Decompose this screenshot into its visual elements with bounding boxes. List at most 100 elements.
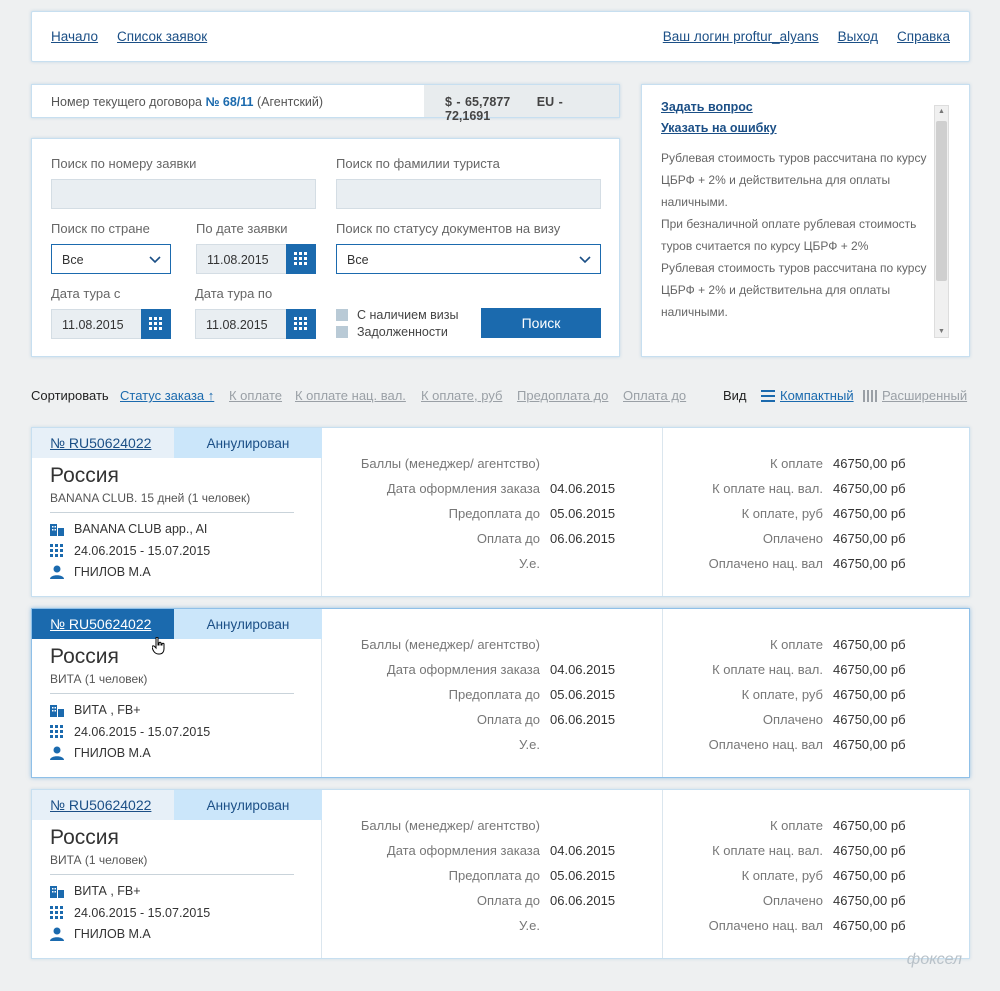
order-number-link[interactable]: № RU50624022 [50, 435, 151, 451]
to-pay-row: К оплате 46750,00 рб [663, 818, 906, 833]
prepay-value: 05.06.2015 [550, 687, 616, 702]
order-hotel-text: ВИТА , FB+ [74, 884, 141, 898]
order-date-row: Дата оформления заказа 04.06.2015 [322, 481, 615, 496]
usd-rate: $ - 65,7877 [445, 95, 511, 109]
view-extended-toggle[interactable]: Расширенный [863, 388, 967, 403]
visa-status-select[interactable]: Все [336, 244, 601, 274]
pay-row: Оплата до 06.06.2015 [322, 893, 615, 908]
order-date-value: 04.06.2015 [550, 843, 616, 858]
order-payment-column: К оплате 46750,00 рб К оплате нац. вал. 46… [663, 428, 969, 596]
points-label: Баллы (менеджер/ агентство) [360, 637, 540, 652]
to-pay-label: К оплате [769, 818, 823, 833]
ask-question-link[interactable]: Задать вопрос [661, 100, 931, 114]
order-date-row: Дата оформления заказа 04.06.2015 [322, 843, 615, 858]
tour-to-label: Дата тура по [195, 286, 273, 301]
checkbox-box[interactable] [336, 309, 348, 321]
to-pay-rub-label: К оплате, руб [741, 687, 823, 702]
debt-checkbox[interactable]: Задолженности [336, 325, 448, 339]
nav-login-link[interactable]: Ваш логин proftur_alyans [663, 29, 819, 44]
search-visa-label: Поиск по статусу документов на визу [336, 221, 561, 236]
divider [50, 512, 294, 513]
search-number-input[interactable] [51, 179, 316, 209]
prepay-row: Предоплата до 05.06.2015 [322, 506, 615, 521]
to-pay-nat-label: К оплате нац. вал. [712, 481, 823, 496]
report-error-link[interactable]: Указать на ошибку [661, 121, 931, 135]
paid-nat-row: Оплачено нац. вал 46750,00 рб [663, 556, 906, 571]
tour-to-input[interactable]: 11.08.2015 [195, 309, 287, 339]
request-date-input[interactable]: 11.08.2015 [196, 244, 287, 274]
scroll-up-icon[interactable]: ▲ [938, 108, 945, 115]
order-country: Россия [50, 464, 119, 487]
paid-row: Оплачено 46750,00 рб [663, 531, 906, 546]
calendar-icon [294, 252, 307, 265]
order-status-badge: Аннулирован [174, 609, 322, 639]
sort-to-pay-rub-link[interactable]: К оплате, руб [421, 388, 502, 403]
order-card[interactable]: № RU50624022 Аннулирован Россия BANANA C… [31, 427, 970, 597]
to-pay-label: К оплате [769, 637, 823, 652]
sort-pay-link[interactable]: Оплата до [623, 388, 686, 403]
order-card[interactable]: № RU50624022 Аннулирован Россия ВИТА (1 … [31, 608, 970, 778]
tour-from-input[interactable]: 11.08.2015 [51, 309, 142, 339]
to-pay-rub-label: К оплате, руб [741, 868, 823, 883]
order-hotel-text: BANANA CLUB app., AI [74, 522, 208, 536]
prepay-label: Предоплата до [448, 868, 540, 883]
search-button[interactable]: Поиск [481, 308, 601, 338]
order-country: Россия [50, 826, 119, 849]
scroll-down-icon[interactable]: ▼ [938, 328, 945, 335]
info-text: Рублевая стоимость туров рассчитана по к… [661, 151, 927, 209]
points-label: Баллы (менеджер/ агентство) [360, 456, 540, 471]
country-select[interactable]: Все [51, 244, 171, 274]
order-date-label: Дата оформления заказа [386, 481, 540, 496]
to-pay-rub-row: К оплате, руб 46750,00 рб [663, 868, 906, 883]
search-surname-input[interactable] [336, 179, 601, 209]
order-date-label: Дата оформления заказа [386, 662, 540, 677]
order-main-column: № RU50624022 Аннулирован Россия BANANA C… [32, 428, 322, 596]
order-number-link[interactable]: № RU50624022 [50, 797, 151, 813]
to-pay-row: К оплате 46750,00 рб [663, 637, 906, 652]
nav-logout-link[interactable]: Выход [838, 29, 878, 44]
pay-value: 06.06.2015 [550, 531, 616, 546]
country-select-value: Все [62, 253, 84, 267]
request-date-calendar-button[interactable] [286, 244, 316, 274]
tour-to-calendar-button[interactable] [286, 309, 316, 339]
scrollbar-thumb[interactable] [936, 121, 947, 281]
info-scrollbar[interactable]: ▲ ▼ [934, 105, 949, 338]
order-date-value: 04.06.2015 [550, 481, 616, 496]
order-dates-text: 24.06.2015 - 15.07.2015 [74, 725, 211, 739]
order-dates: 24.06.2015 - 15.07.2015 [50, 906, 210, 920]
checkbox-box[interactable] [336, 326, 348, 338]
order-tour: BANANA CLUB. 15 дней (1 человек) [50, 491, 251, 505]
nav-help-link[interactable]: Справка [897, 29, 950, 44]
sort-status-link[interactable]: Статус заказа ↑ [120, 388, 214, 403]
prepay-row: Предоплата до 05.06.2015 [322, 687, 615, 702]
paid-label: Оплачено [762, 531, 823, 546]
order-card[interactable]: № RU50624022 Аннулирован Россия ВИТА (1 … [31, 789, 970, 959]
to-pay-rub-value: 46750,00 рб [833, 687, 906, 702]
sort-to-pay-nat-link[interactable]: К оплате нац. вал. [295, 388, 406, 403]
paid-nat-row: Оплачено нац. вал 46750,00 рб [663, 918, 906, 933]
order-tourist: ГНИЛОВ М.А [50, 927, 151, 941]
tour-from-calendar-button[interactable] [141, 309, 171, 339]
hotel-icon [50, 524, 64, 536]
contract-info: Номер текущего договора № 68/11 (Агентск… [51, 95, 323, 109]
info-text: Рублевая стоимость туров рассчитана по к… [661, 261, 927, 319]
list-compact-icon [761, 390, 775, 402]
ue-row: У.е. [322, 737, 540, 752]
to-pay-rub-row: К оплате, руб 46750,00 рб [663, 687, 906, 702]
nav-requests-link[interactable]: Список заявок [117, 29, 207, 44]
nav-home-link[interactable]: Начало [51, 29, 98, 44]
paid-nat-value: 46750,00 рб [833, 918, 906, 933]
paid-nat-label: Оплачено нац. вал [708, 737, 823, 752]
ue-row: У.е. [322, 556, 540, 571]
currency-rates: $ - 65,7877 EU - 72,1691 [424, 85, 619, 123]
visa-checkbox[interactable]: С наличием визы [336, 308, 458, 322]
info-panel: Задать вопрос Указать на ошибку Рублевая… [641, 84, 970, 357]
order-number-link[interactable]: № RU50624022 [50, 616, 151, 632]
sort-prepay-link[interactable]: Предоплата до [517, 388, 608, 403]
order-dates-column: Баллы (менеджер/ агентство) Дата оформле… [322, 609, 663, 777]
view-compact-toggle[interactable]: Компактный [761, 388, 854, 403]
hotel-icon [50, 705, 64, 717]
sort-to-pay-link[interactable]: К оплате [229, 388, 282, 403]
to-pay-value: 46750,00 рб [833, 456, 906, 471]
to-pay-value: 46750,00 рб [833, 818, 906, 833]
